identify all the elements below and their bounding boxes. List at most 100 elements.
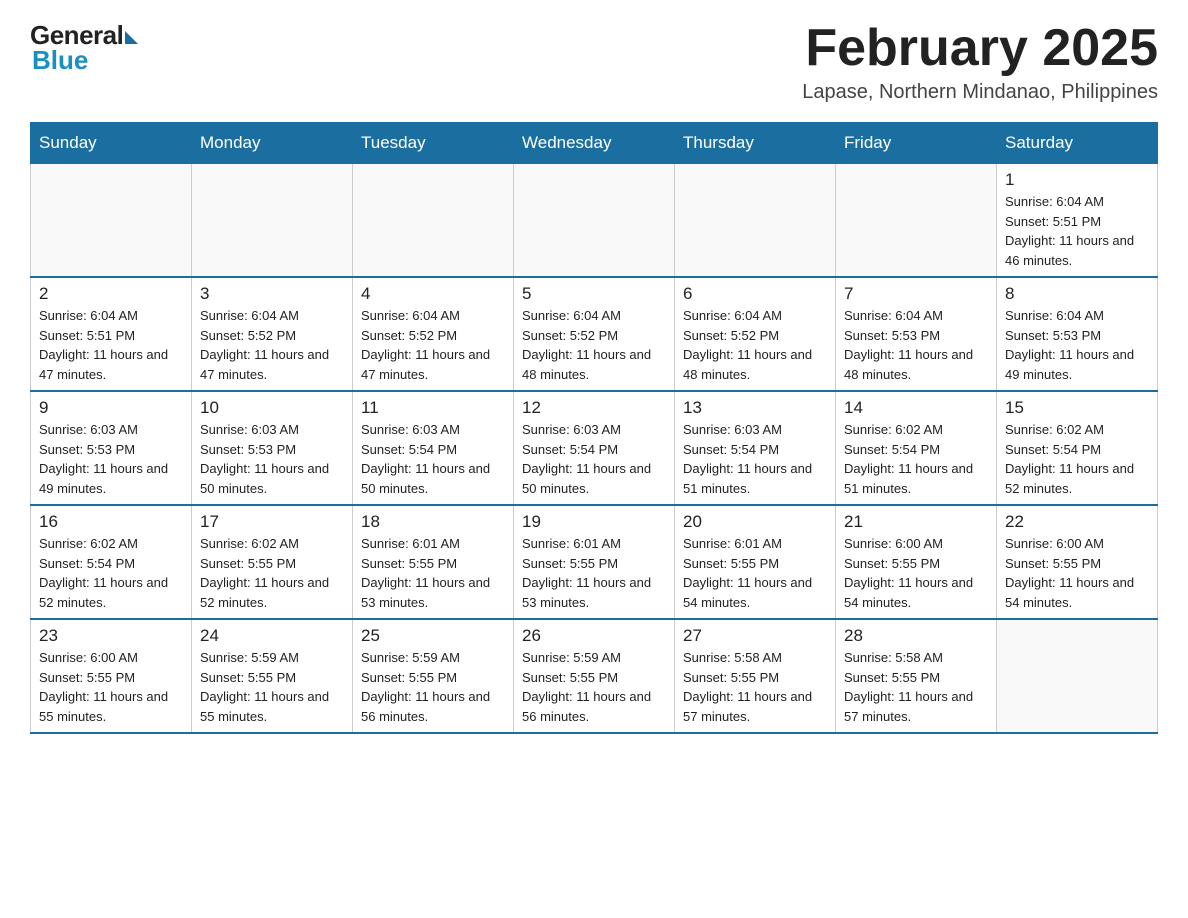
calendar-day-cell: 10Sunrise: 6:03 AMSunset: 5:53 PMDayligh… [192,391,353,505]
calendar-day-cell [31,164,192,278]
calendar-day-cell: 12Sunrise: 6:03 AMSunset: 5:54 PMDayligh… [514,391,675,505]
day-number: 17 [200,512,344,532]
calendar-day-cell: 20Sunrise: 6:01 AMSunset: 5:55 PMDayligh… [675,505,836,619]
day-number: 15 [1005,398,1149,418]
day-info: Sunrise: 5:59 AMSunset: 5:55 PMDaylight:… [361,648,505,726]
day-number: 16 [39,512,183,532]
weekday-header-sunday: Sunday [31,123,192,164]
day-info: Sunrise: 6:02 AMSunset: 5:55 PMDaylight:… [200,534,344,612]
calendar-day-cell: 11Sunrise: 6:03 AMSunset: 5:54 PMDayligh… [353,391,514,505]
day-info: Sunrise: 6:03 AMSunset: 5:54 PMDaylight:… [522,420,666,498]
calendar-day-cell: 28Sunrise: 5:58 AMSunset: 5:55 PMDayligh… [836,619,997,733]
weekday-header-wednesday: Wednesday [514,123,675,164]
calendar-day-cell: 18Sunrise: 6:01 AMSunset: 5:55 PMDayligh… [353,505,514,619]
logo-arrow-icon [125,31,138,44]
day-number: 12 [522,398,666,418]
day-number: 8 [1005,284,1149,304]
weekday-header-thursday: Thursday [675,123,836,164]
calendar-day-cell [192,164,353,278]
calendar-week-row: 1Sunrise: 6:04 AMSunset: 5:51 PMDaylight… [31,164,1158,278]
day-info: Sunrise: 6:03 AMSunset: 5:54 PMDaylight:… [361,420,505,498]
calendar-day-cell [353,164,514,278]
day-info: Sunrise: 6:04 AMSunset: 5:52 PMDaylight:… [683,306,827,384]
calendar-week-row: 9Sunrise: 6:03 AMSunset: 5:53 PMDaylight… [31,391,1158,505]
calendar-day-cell [675,164,836,278]
day-number: 26 [522,626,666,646]
day-number: 28 [844,626,988,646]
day-info: Sunrise: 6:04 AMSunset: 5:52 PMDaylight:… [361,306,505,384]
calendar-table: SundayMondayTuesdayWednesdayThursdayFrid… [30,122,1158,734]
day-info: Sunrise: 5:58 AMSunset: 5:55 PMDaylight:… [683,648,827,726]
weekday-header-tuesday: Tuesday [353,123,514,164]
day-info: Sunrise: 6:02 AMSunset: 5:54 PMDaylight:… [844,420,988,498]
day-number: 9 [39,398,183,418]
day-number: 23 [39,626,183,646]
day-number: 25 [361,626,505,646]
day-number: 1 [1005,170,1149,190]
calendar-day-cell: 6Sunrise: 6:04 AMSunset: 5:52 PMDaylight… [675,277,836,391]
day-number: 20 [683,512,827,532]
location-text: Lapase, Northern Mindanao, Philippines [802,81,1158,104]
calendar-day-cell: 25Sunrise: 5:59 AMSunset: 5:55 PMDayligh… [353,619,514,733]
weekday-header-monday: Monday [192,123,353,164]
weekday-header-saturday: Saturday [997,123,1158,164]
calendar-day-cell: 24Sunrise: 5:59 AMSunset: 5:55 PMDayligh… [192,619,353,733]
day-number: 11 [361,398,505,418]
calendar-day-cell: 22Sunrise: 6:00 AMSunset: 5:55 PMDayligh… [997,505,1158,619]
day-number: 7 [844,284,988,304]
day-number: 6 [683,284,827,304]
day-info: Sunrise: 6:01 AMSunset: 5:55 PMDaylight:… [683,534,827,612]
logo-blue-text: Blue [32,45,88,76]
calendar-day-cell: 15Sunrise: 6:02 AMSunset: 5:54 PMDayligh… [997,391,1158,505]
calendar-week-row: 16Sunrise: 6:02 AMSunset: 5:54 PMDayligh… [31,505,1158,619]
calendar-day-cell [836,164,997,278]
calendar-day-cell [997,619,1158,733]
day-number: 5 [522,284,666,304]
calendar-week-row: 2Sunrise: 6:04 AMSunset: 5:51 PMDaylight… [31,277,1158,391]
calendar-day-cell: 27Sunrise: 5:58 AMSunset: 5:55 PMDayligh… [675,619,836,733]
page-header: General Blue February 2025 Lapase, North… [30,20,1158,104]
day-info: Sunrise: 6:01 AMSunset: 5:55 PMDaylight:… [522,534,666,612]
day-info: Sunrise: 6:04 AMSunset: 5:52 PMDaylight:… [522,306,666,384]
calendar-day-cell: 9Sunrise: 6:03 AMSunset: 5:53 PMDaylight… [31,391,192,505]
day-number: 2 [39,284,183,304]
day-info: Sunrise: 6:02 AMSunset: 5:54 PMDaylight:… [39,534,183,612]
calendar-day-cell: 4Sunrise: 6:04 AMSunset: 5:52 PMDaylight… [353,277,514,391]
day-info: Sunrise: 5:59 AMSunset: 5:55 PMDaylight:… [522,648,666,726]
calendar-day-cell: 19Sunrise: 6:01 AMSunset: 5:55 PMDayligh… [514,505,675,619]
calendar-day-cell: 2Sunrise: 6:04 AMSunset: 5:51 PMDaylight… [31,277,192,391]
day-info: Sunrise: 6:04 AMSunset: 5:53 PMDaylight:… [1005,306,1149,384]
calendar-day-cell: 23Sunrise: 6:00 AMSunset: 5:55 PMDayligh… [31,619,192,733]
calendar-day-cell: 3Sunrise: 6:04 AMSunset: 5:52 PMDaylight… [192,277,353,391]
day-info: Sunrise: 6:04 AMSunset: 5:52 PMDaylight:… [200,306,344,384]
day-number: 19 [522,512,666,532]
calendar-day-cell: 16Sunrise: 6:02 AMSunset: 5:54 PMDayligh… [31,505,192,619]
logo: General Blue [30,20,138,76]
calendar-day-cell: 17Sunrise: 6:02 AMSunset: 5:55 PMDayligh… [192,505,353,619]
day-number: 4 [361,284,505,304]
weekday-header-friday: Friday [836,123,997,164]
day-info: Sunrise: 6:03 AMSunset: 5:53 PMDaylight:… [39,420,183,498]
calendar-day-cell: 7Sunrise: 6:04 AMSunset: 5:53 PMDaylight… [836,277,997,391]
calendar-day-cell: 8Sunrise: 6:04 AMSunset: 5:53 PMDaylight… [997,277,1158,391]
day-number: 27 [683,626,827,646]
day-number: 10 [200,398,344,418]
day-info: Sunrise: 5:58 AMSunset: 5:55 PMDaylight:… [844,648,988,726]
day-info: Sunrise: 6:01 AMSunset: 5:55 PMDaylight:… [361,534,505,612]
day-number: 22 [1005,512,1149,532]
day-info: Sunrise: 5:59 AMSunset: 5:55 PMDaylight:… [200,648,344,726]
day-info: Sunrise: 6:04 AMSunset: 5:51 PMDaylight:… [39,306,183,384]
day-info: Sunrise: 6:04 AMSunset: 5:53 PMDaylight:… [844,306,988,384]
day-info: Sunrise: 6:00 AMSunset: 5:55 PMDaylight:… [39,648,183,726]
day-info: Sunrise: 6:03 AMSunset: 5:53 PMDaylight:… [200,420,344,498]
calendar-day-cell: 26Sunrise: 5:59 AMSunset: 5:55 PMDayligh… [514,619,675,733]
day-number: 24 [200,626,344,646]
calendar-week-row: 23Sunrise: 6:00 AMSunset: 5:55 PMDayligh… [31,619,1158,733]
day-info: Sunrise: 6:03 AMSunset: 5:54 PMDaylight:… [683,420,827,498]
calendar-day-cell: 5Sunrise: 6:04 AMSunset: 5:52 PMDaylight… [514,277,675,391]
month-title: February 2025 [802,20,1158,77]
day-info: Sunrise: 6:00 AMSunset: 5:55 PMDaylight:… [1005,534,1149,612]
calendar-day-cell: 1Sunrise: 6:04 AMSunset: 5:51 PMDaylight… [997,164,1158,278]
day-number: 14 [844,398,988,418]
calendar-day-cell [514,164,675,278]
